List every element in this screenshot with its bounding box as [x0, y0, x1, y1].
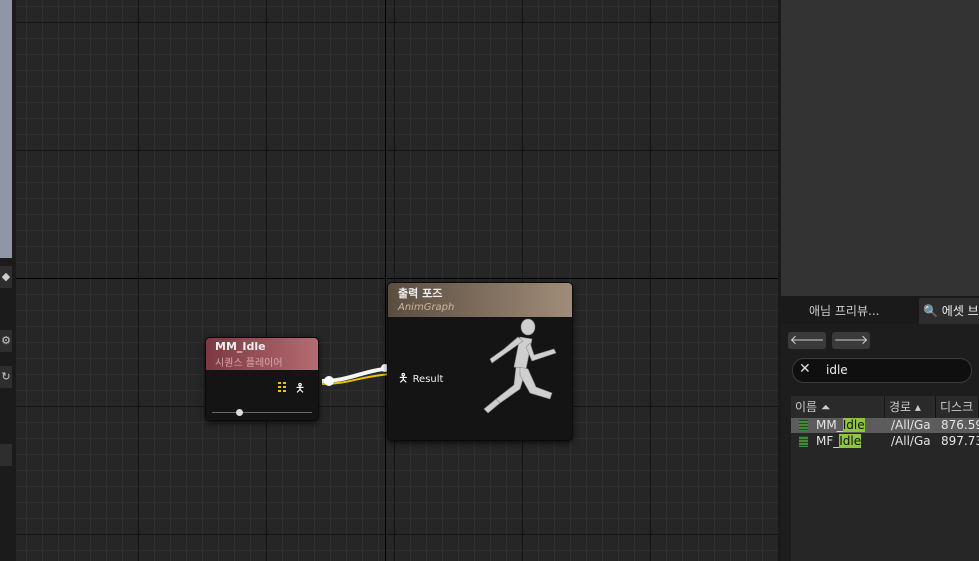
output-pose-node[interactable]: 출력 포즈 AnimGraph 🯅 Result [387, 282, 573, 441]
running-mannequin-icon [483, 318, 557, 414]
tab-anim-preview[interactable]: 애님 프리뷰... [791, 298, 919, 324]
sequence-player-node[interactable]: MM_Idle 시퀀스 플레이어 🯅 [205, 337, 319, 421]
asset-name: MM_Idle [816, 418, 865, 432]
sort-icon: ⏶ [820, 400, 831, 414]
result-pin[interactable]: 🯅 Result [398, 369, 443, 390]
asset-list: 이름 ⏶ 경로 ▴ 디스크 MM_Idle /All/Ga 876.59 MF_… [791, 396, 979, 561]
asset-row[interactable]: MF_Idle /All/Ga 897.73 [791, 434, 979, 449]
forward-arrow-icon[interactable]: 🡒 [832, 332, 870, 349]
column-disk[interactable]: 디스크 [936, 396, 979, 418]
list-pin-icon[interactable] [278, 382, 288, 394]
asset-browser-icon: 🔍 [923, 304, 938, 318]
tab-asset-browser-label: 에셋 브 [941, 304, 979, 318]
node-subtitle: 시퀀스 플레이어 [215, 358, 283, 369]
column-path-label: 경로 [889, 400, 912, 414]
details-panel [781, 0, 979, 296]
column-disk-label: 디스크 [940, 400, 974, 414]
search-value: idle [826, 363, 848, 377]
asset-row[interactable]: MM_Idle /All/Ga 876.59 [791, 418, 979, 433]
column-name-label: 이름 [795, 400, 818, 414]
node-progress-knob[interactable] [236, 409, 243, 416]
asset-browser-panel: 애님 프리뷰... 🔍 에셋 브 🡐 🡒 ✕ idle 이름 ⏶ 경로 ▴ 디스… [781, 296, 979, 561]
back-arrow-icon[interactable]: 🡐 [788, 332, 826, 349]
search-input[interactable]: ✕ idle [792, 358, 972, 383]
asset-path: /All/Ga [891, 434, 931, 448]
asset-size: 876.59 [941, 418, 979, 432]
asset-path: /All/Ga [891, 418, 931, 432]
asset-size: 897.73 [941, 434, 979, 448]
column-name[interactable]: 이름 ⏶ [791, 396, 885, 418]
node-subtitle: AnimGraph [398, 302, 455, 313]
node-title: MM_Idle [215, 340, 266, 353]
asset-name: MF_Idle [816, 434, 862, 448]
pose-output-pin-icon[interactable]: 🯅 [294, 381, 306, 395]
node-progress-track [212, 412, 312, 413]
anim-sequence-icon [799, 436, 808, 447]
result-pin-label: Result [412, 374, 444, 385]
tab-bar: 애님 프리뷰... 🔍 에셋 브 [781, 296, 979, 324]
node-title: 출력 포즈 [398, 287, 443, 300]
clear-search-icon[interactable]: ✕ [799, 361, 811, 377]
sort-ascending-icon: ▴ [914, 400, 921, 414]
anim-sequence-icon [799, 420, 808, 431]
tab-asset-browser[interactable]: 🔍 에셋 브 [919, 298, 979, 324]
pose-input-pin-icon: 🯅 [398, 371, 409, 385]
column-path[interactable]: 경로 ▴ [885, 396, 936, 418]
